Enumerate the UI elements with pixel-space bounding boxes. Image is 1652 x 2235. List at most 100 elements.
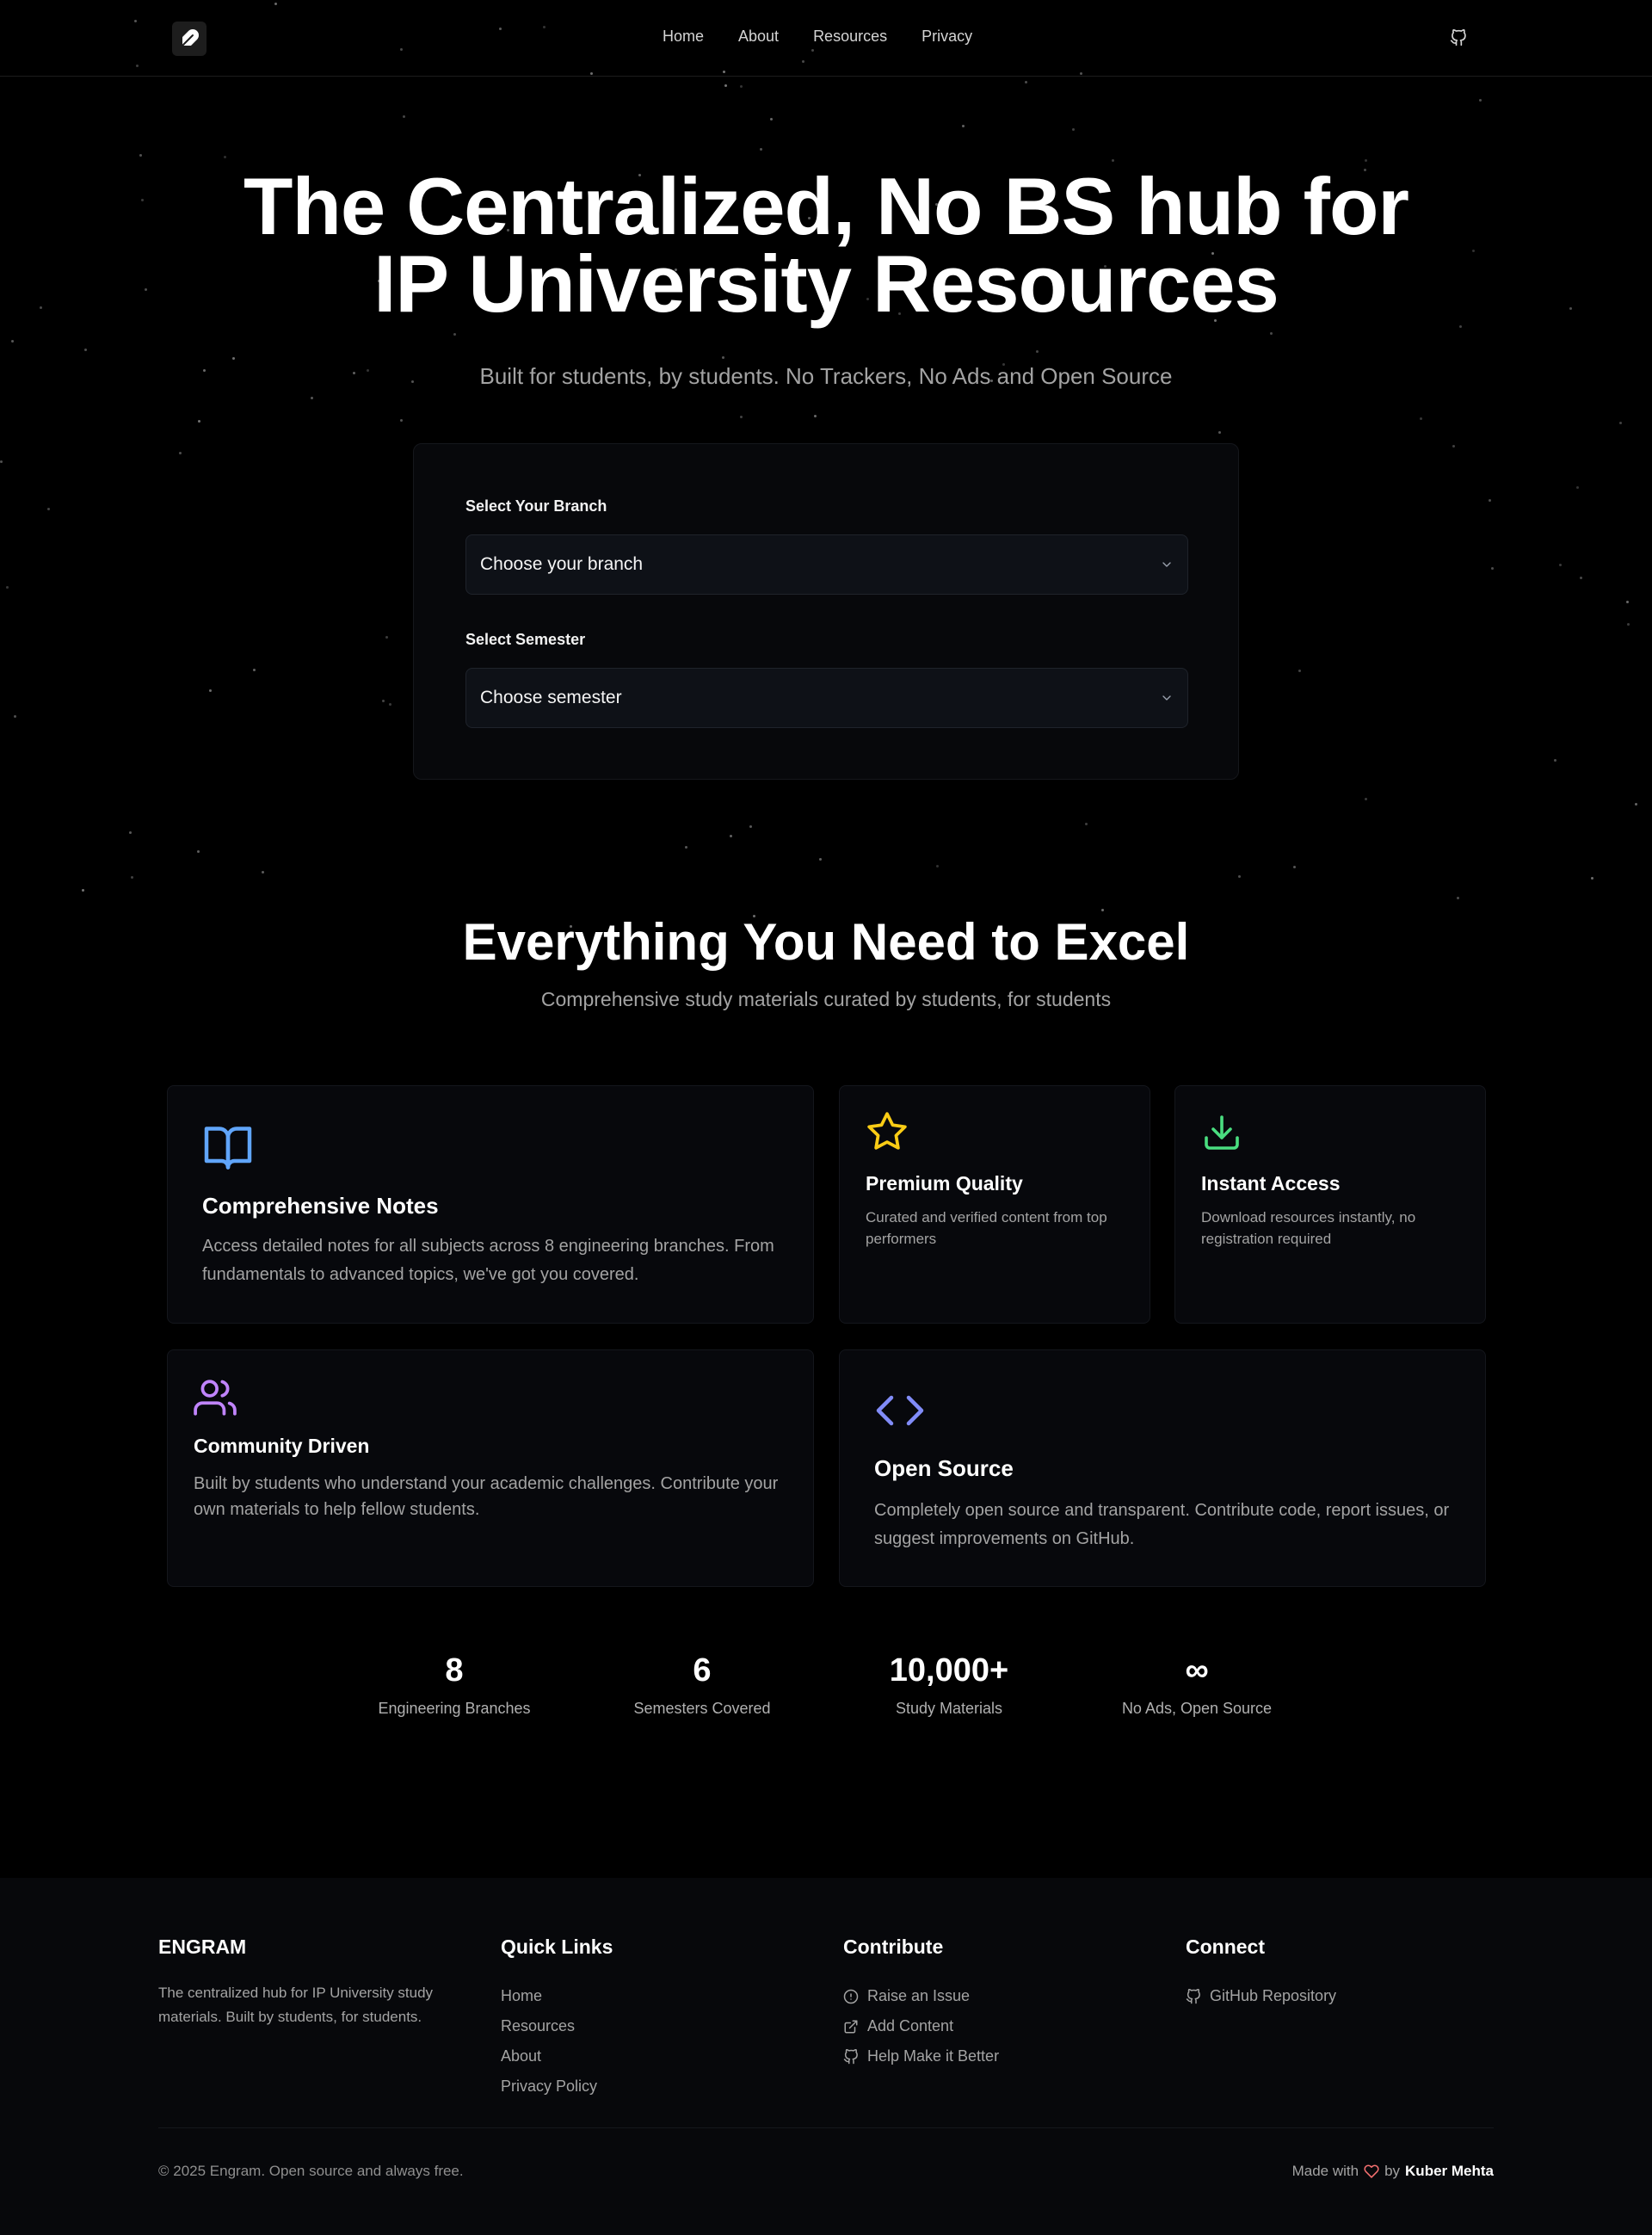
nav-link-home[interactable]: Home xyxy=(663,28,704,46)
star-dot xyxy=(722,356,724,359)
star-dot xyxy=(1489,499,1491,502)
star-dot xyxy=(1626,601,1629,603)
footer-brand: ENGRAM xyxy=(158,1936,247,1958)
feature-title: Comprehensive Notes xyxy=(202,1193,439,1219)
feather-icon xyxy=(180,29,199,48)
branch-select[interactable]: Choose your branch xyxy=(465,534,1188,595)
feature-title: Open Source xyxy=(874,1455,1014,1481)
users-icon xyxy=(194,1380,237,1416)
star-dot xyxy=(224,156,226,158)
footer-link-label: Home xyxy=(501,1987,543,2004)
stat-label: Study Materials xyxy=(895,1700,1003,1717)
star-dot xyxy=(389,703,391,706)
footer-link-home[interactable]: Home xyxy=(501,1981,613,2011)
features-title: Everything You Need to Excel xyxy=(462,913,1190,971)
github-icon xyxy=(843,2048,858,2064)
footer-link-label: Privacy Policy xyxy=(501,2078,598,2095)
star-dot xyxy=(1627,623,1630,626)
star-dot xyxy=(1619,422,1622,424)
star-dot xyxy=(1270,332,1273,335)
star-dot xyxy=(819,858,822,861)
star-dot xyxy=(197,850,200,853)
star-dot xyxy=(385,636,388,639)
star-dot xyxy=(724,84,727,87)
star-dot xyxy=(760,148,762,151)
github-repository-link[interactable]: GitHub Repository xyxy=(1186,1981,1336,2011)
footer-quick-links: Quick Links Home Resources About Privacy… xyxy=(501,1936,613,2102)
semester-label: Select Semester xyxy=(465,631,586,648)
star-dot xyxy=(1218,431,1221,434)
star-dot xyxy=(1635,803,1637,806)
feature-desc: Built by students who understand your ac… xyxy=(194,1474,779,1519)
made-with-text: Made with xyxy=(1291,2163,1359,2179)
heart-icon xyxy=(1364,2164,1379,2178)
star-dot xyxy=(453,333,456,336)
footer-link-about[interactable]: About xyxy=(501,2041,613,2071)
star-dot xyxy=(6,586,9,589)
star-dot xyxy=(232,357,235,360)
star-dot xyxy=(11,340,14,343)
nav-link-privacy[interactable]: Privacy xyxy=(922,28,972,46)
semester-select[interactable]: Choose semester xyxy=(465,668,1188,728)
star-dot xyxy=(1238,875,1241,878)
nav-link-resources[interactable]: Resources xyxy=(813,28,887,46)
star-dot xyxy=(139,154,142,157)
footer-link-privacy[interactable]: Privacy Policy xyxy=(501,2071,613,2102)
stat-label: No Ads, Open Source xyxy=(1121,1700,1273,1717)
star-dot xyxy=(82,889,84,892)
footer: ENGRAM The centralized hub for IP Univer… xyxy=(0,1878,1652,2235)
stat-value: 10,000+ xyxy=(889,1652,1009,1689)
feature-desc: Access detailed notes for all subjects a… xyxy=(202,1237,774,1284)
footer-connect: Connect GitHub Repository xyxy=(1186,1936,1336,2011)
star-dot xyxy=(770,118,773,120)
chevron-down-icon xyxy=(1162,562,1171,567)
logo[interactable] xyxy=(172,22,206,56)
resource-selector-card: Select Your Branch Choose your branch Se… xyxy=(413,443,1239,780)
stat-value: ∞ xyxy=(1185,1652,1209,1689)
feature-desc: Download resources instantly, no registr… xyxy=(1201,1209,1416,1247)
footer-link-resources[interactable]: Resources xyxy=(501,2011,613,2041)
link-label: Add Content xyxy=(867,2017,954,2034)
star-dot xyxy=(1085,823,1088,825)
star-dot xyxy=(262,871,264,874)
star-dot xyxy=(382,700,385,702)
code-icon xyxy=(876,1395,924,1426)
star-dot xyxy=(131,876,133,879)
star-dot xyxy=(14,715,16,718)
star-dot xyxy=(253,669,256,671)
star-dot xyxy=(1591,877,1593,880)
by-text: by xyxy=(1384,2163,1401,2179)
star-icon xyxy=(867,1112,907,1150)
star-dot xyxy=(1298,670,1301,672)
github-link[interactable] xyxy=(1448,28,1469,48)
star-dot xyxy=(685,846,687,849)
contribute-title: Contribute xyxy=(843,1936,944,1958)
star-dot xyxy=(1459,325,1462,328)
star-dot xyxy=(403,115,405,118)
stat-label: Semesters Covered xyxy=(633,1700,771,1717)
stat-materials: 10,000+ Study Materials xyxy=(846,1652,1052,1718)
feature-card-community: Community Driven Built by students who u… xyxy=(167,1349,814,1587)
star-dot xyxy=(962,125,965,127)
branch-select-value: Choose your branch xyxy=(480,554,644,574)
stat-value: 6 xyxy=(693,1652,712,1689)
top-navbar: Home About Resources Privacy xyxy=(0,0,1652,77)
raise-issue-link[interactable]: Raise an Issue xyxy=(843,1981,999,2011)
feature-title: Community Driven xyxy=(194,1435,370,1457)
feature-card-access: Instant Access Download resources instan… xyxy=(1174,1085,1486,1324)
nav-link-about[interactable]: About xyxy=(738,28,779,46)
star-dot xyxy=(400,419,403,422)
alert-circle-icon xyxy=(843,1989,859,2003)
help-make-better-link[interactable]: Help Make it Better xyxy=(843,2041,999,2071)
feature-desc: Curated and verified content from top pe… xyxy=(866,1209,1107,1247)
footer-link-label: About xyxy=(501,2047,542,2065)
add-content-link[interactable]: Add Content xyxy=(843,2011,999,2041)
star-dot xyxy=(1036,350,1039,353)
star-dot xyxy=(1457,897,1459,899)
star-dot xyxy=(1293,866,1296,868)
semester-select-value: Choose semester xyxy=(480,688,622,707)
hero-title-line2: IP University Resources xyxy=(373,238,1279,329)
stat-semesters: 6 Semesters Covered xyxy=(599,1652,805,1718)
stat-label: Engineering Branches xyxy=(378,1700,531,1717)
author-link[interactable]: Kuber Mehta xyxy=(1405,2163,1494,2180)
